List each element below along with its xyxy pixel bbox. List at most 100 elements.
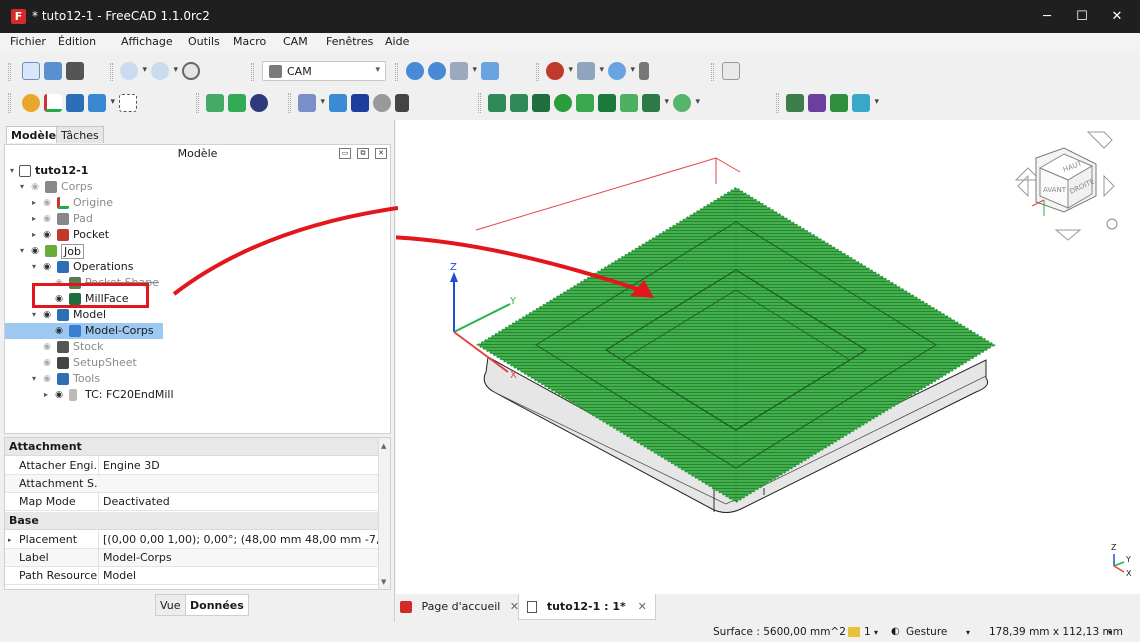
nav-left-arrow-icon[interactable] <box>1017 174 1029 198</box>
expand-icon[interactable]: ▾ <box>29 259 39 275</box>
measure-icon[interactable] <box>608 62 635 80</box>
bounding-box-icon[interactable] <box>481 62 499 80</box>
chevron-down-icon[interactable]: ▾ <box>874 628 878 637</box>
slot-icon[interactable] <box>598 94 616 112</box>
sanity-check-icon[interactable] <box>250 94 268 112</box>
scroll-up-icon[interactable]: ▲ <box>381 442 386 450</box>
cam-job-icon[interactable] <box>22 94 40 112</box>
inspect-icon[interactable] <box>206 94 224 112</box>
eye-hidden-icon[interactable]: ◉ <box>41 195 53 211</box>
eye-hidden-icon[interactable]: ◉ <box>29 179 41 195</box>
toolbar-grip[interactable] <box>536 63 539 81</box>
expand-icon[interactable]: ▾ <box>17 179 27 195</box>
tree-item-tools[interactable]: ▾ ◉ Tools <box>5 371 390 387</box>
mill-face-icon[interactable] <box>532 94 550 112</box>
toolbar-grip[interactable] <box>478 93 481 113</box>
nav-right-arrow-icon[interactable] <box>1103 174 1115 198</box>
dressup-icon[interactable] <box>830 94 848 112</box>
fixture-icon[interactable] <box>119 94 137 112</box>
layer-selector[interactable]: 1 <box>864 626 871 638</box>
eye-icon[interactable]: ◉ <box>41 227 53 243</box>
tool-controller-icon[interactable] <box>351 94 369 112</box>
toolbar-grip[interactable] <box>776 93 779 113</box>
expand-icon[interactable]: ▾ <box>29 371 39 387</box>
tab-taches[interactable]: Tâches <box>56 126 104 143</box>
eye-hidden-icon[interactable]: ◉ <box>41 371 53 387</box>
eye-hidden-icon[interactable]: ◉ <box>41 355 53 371</box>
zoom-fit-all-icon[interactable] <box>406 62 424 80</box>
property-value[interactable]: Model <box>98 567 378 585</box>
chevron-down-icon[interactable]: ▾ <box>1108 628 1112 637</box>
pin-icon[interactable] <box>639 62 649 80</box>
std-views-icon[interactable] <box>577 62 604 80</box>
stereo-icon[interactable] <box>546 62 573 80</box>
tab-modele[interactable]: Modèle <box>6 126 62 143</box>
close-panel-icon[interactable]: ✕ <box>375 148 387 159</box>
toolbar-grip[interactable] <box>196 93 199 113</box>
save-icon[interactable] <box>66 62 84 80</box>
expand-icon[interactable]: ▸ <box>41 387 51 403</box>
tree-item-corps[interactable]: ▾ ◉ Corps <box>5 179 390 195</box>
scroll-down-icon[interactable]: ▼ <box>381 578 386 586</box>
menu-affichage[interactable]: Affichage <box>121 35 173 48</box>
3d-view[interactable]: Z Y X HAUT AVANT DROITE Z Y X <box>174 120 1140 594</box>
tab-donnees[interactable]: Données <box>185 594 249 616</box>
close-window-button[interactable]: ✕ <box>1094 0 1140 33</box>
menu-macro[interactable]: Macro <box>233 35 266 48</box>
toolbar-grip[interactable] <box>8 93 11 113</box>
property-value[interactable]: Engine 3D <box>98 457 378 475</box>
datum-lcs-icon[interactable] <box>44 94 62 112</box>
nav-down-arrow-icon[interactable] <box>1054 229 1082 241</box>
property-row[interactable]: Map Mode Deactivated <box>5 493 378 511</box>
property-row[interactable]: Label Model-Corps <box>5 549 378 567</box>
draw-style-icon[interactable] <box>450 62 477 80</box>
tool-bit-icon[interactable] <box>298 94 325 112</box>
toolbar-grip[interactable] <box>288 93 291 113</box>
tree-item-document[interactable]: ▾ tuto12-1 <box>5 163 390 179</box>
tab-tuto12-1[interactable]: tuto12-1 : 1* ✕ <box>518 594 656 620</box>
toolbar-grip[interactable] <box>8 63 11 81</box>
property-value[interactable]: [(0,00 0,00 1,00); 0,00°; (48,00 mm 48,0… <box>98 531 378 549</box>
tree-item-setupsheet[interactable]: ◉ SetupSheet <box>5 355 390 371</box>
menu-fichier[interactable]: Fichier <box>10 35 46 48</box>
surface-icon[interactable] <box>808 94 826 112</box>
expand-icon[interactable]: ▸ <box>29 211 39 227</box>
toolbar-grip[interactable] <box>395 63 398 81</box>
eye-icon[interactable]: ◉ <box>53 323 65 339</box>
menu-outils[interactable]: Outils <box>188 35 220 48</box>
chevron-down-icon[interactable]: ▾ <box>966 628 970 637</box>
undo-icon[interactable] <box>120 62 147 80</box>
menu-cam[interactable]: CAM <box>283 35 308 48</box>
menu-fenetres[interactable]: Fenêtres <box>326 35 373 48</box>
menu-edition[interactable]: Édition <box>58 35 96 48</box>
property-row[interactable]: Path Resource Model <box>5 567 378 585</box>
whats-this-icon[interactable] <box>722 62 740 80</box>
navigation-cube[interactable]: HAUT AVANT DROITE <box>1014 131 1118 241</box>
waterline-icon[interactable] <box>786 94 804 112</box>
open-document-icon[interactable] <box>44 62 62 80</box>
property-group-base[interactable]: Base <box>5 512 378 530</box>
float-panel-icon[interactable]: ▭ <box>339 148 351 159</box>
engrave-icon[interactable] <box>620 94 638 112</box>
toolbar-grip[interactable] <box>711 63 714 81</box>
property-value[interactable]: Deactivated <box>98 493 378 511</box>
tab-vue[interactable]: Vue <box>155 594 186 616</box>
tab-page-accueil[interactable]: Page d'accueil ✕ <box>400 594 519 620</box>
tree-item-model-corps[interactable]: ◉ Model-Corps <box>5 323 163 339</box>
eye-icon[interactable]: ◉ <box>41 307 53 323</box>
vcarve-icon[interactable] <box>673 94 700 112</box>
property-scrollbar[interactable]: ▲ ▼ <box>378 438 390 589</box>
array-icon[interactable] <box>395 94 409 112</box>
expand-icon[interactable]: ▾ <box>29 307 39 323</box>
workbench-selector[interactable]: CAM ▾ <box>262 61 386 81</box>
drilling-icon[interactable] <box>642 94 669 112</box>
close-tab-icon[interactable]: ✕ <box>638 600 647 613</box>
folder-icon[interactable] <box>66 94 84 112</box>
eye-icon[interactable]: ◉ <box>41 259 53 275</box>
path-modification-icon[interactable] <box>852 94 879 112</box>
undock-icon[interactable]: ⧉ <box>357 148 369 159</box>
stock-icon[interactable] <box>373 94 391 112</box>
expand-icon[interactable]: ▸ <box>8 531 12 549</box>
property-row[interactable]: ▸ Placement [(0,00 0,00 1,00); 0,00°; (4… <box>5 531 378 549</box>
tree-item-model[interactable]: ▾ ◉ Model <box>5 307 390 323</box>
